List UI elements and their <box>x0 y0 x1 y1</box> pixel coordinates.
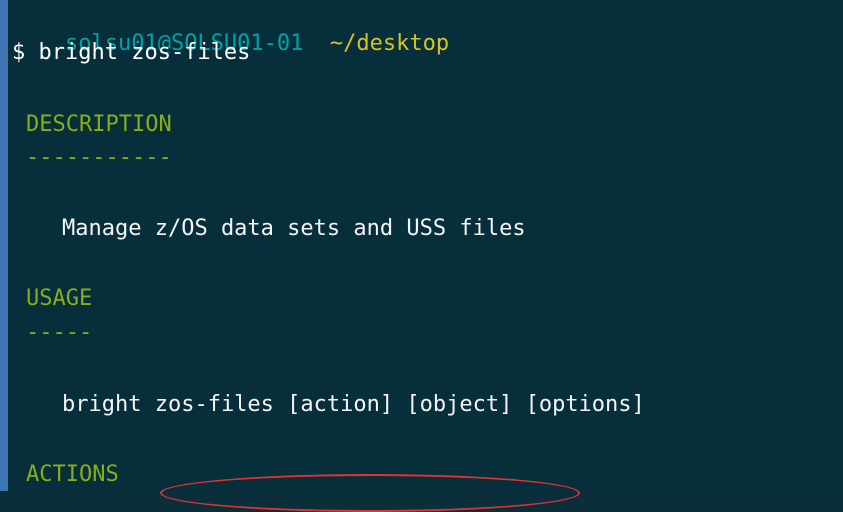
description-heading: DESCRIPTION <box>26 112 172 137</box>
description-text: Manage z/OS data sets and USS files <box>62 216 526 241</box>
description-rule: ----------- <box>26 145 172 170</box>
command-line: $ bright zos-files <box>12 40 251 65</box>
usage-heading: USAGE <box>26 286 93 311</box>
red-annotation-ellipse <box>160 474 580 512</box>
prompt-path: ~/desktop <box>329 31 450 56</box>
usage-rule: ----- <box>26 320 93 345</box>
terminal-window[interactable]: solsu01@SOLSU01-01 ~/desktop $ bright zo… <box>8 0 843 491</box>
actions-heading: ACTIONS <box>26 462 119 487</box>
usage-command: bright zos-files [action] [object] [opti… <box>62 392 645 417</box>
left-window-edge <box>0 0 8 491</box>
